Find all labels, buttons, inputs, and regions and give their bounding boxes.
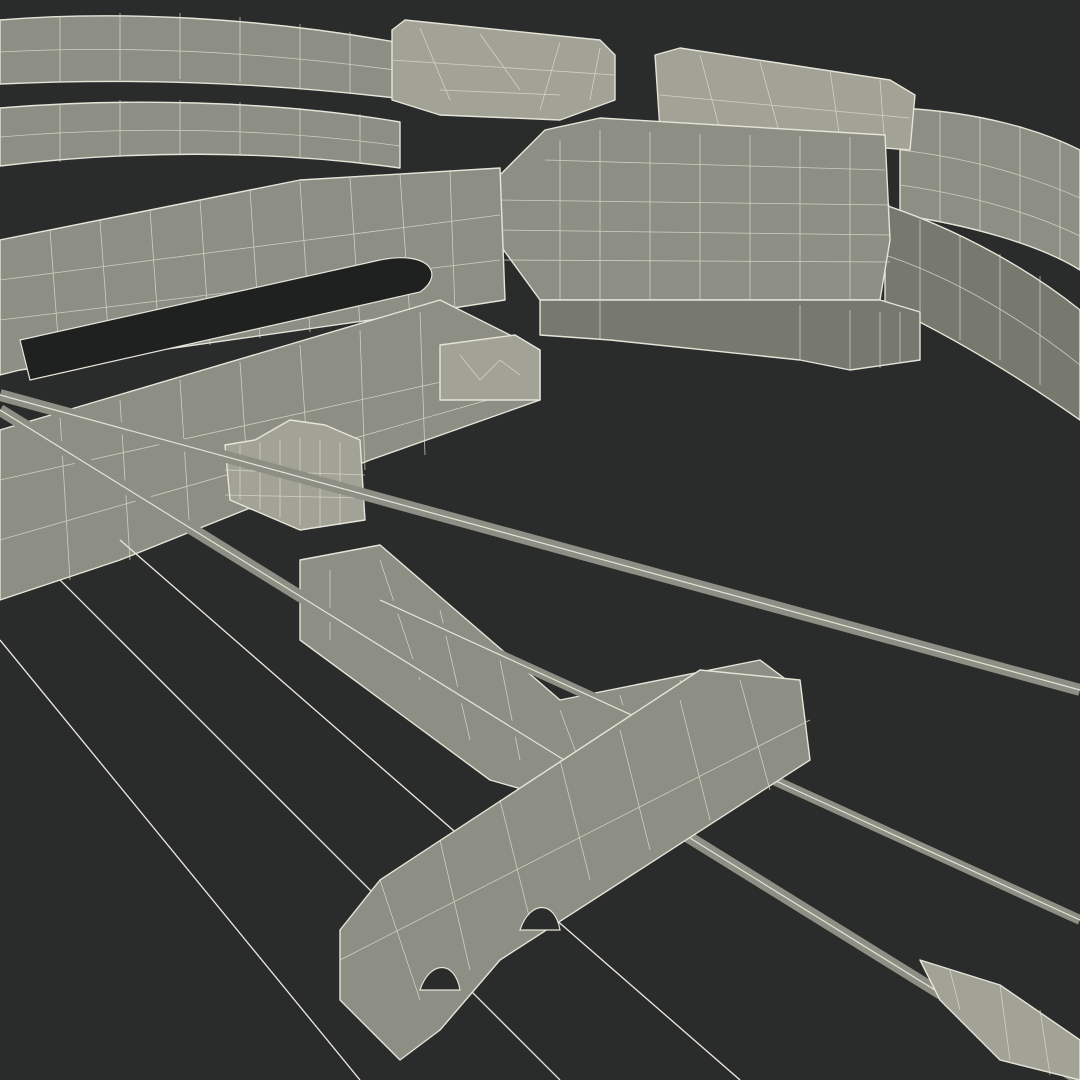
crossbow-wireframe-render [0,0,1080,1080]
riser-block [499,117,921,371]
